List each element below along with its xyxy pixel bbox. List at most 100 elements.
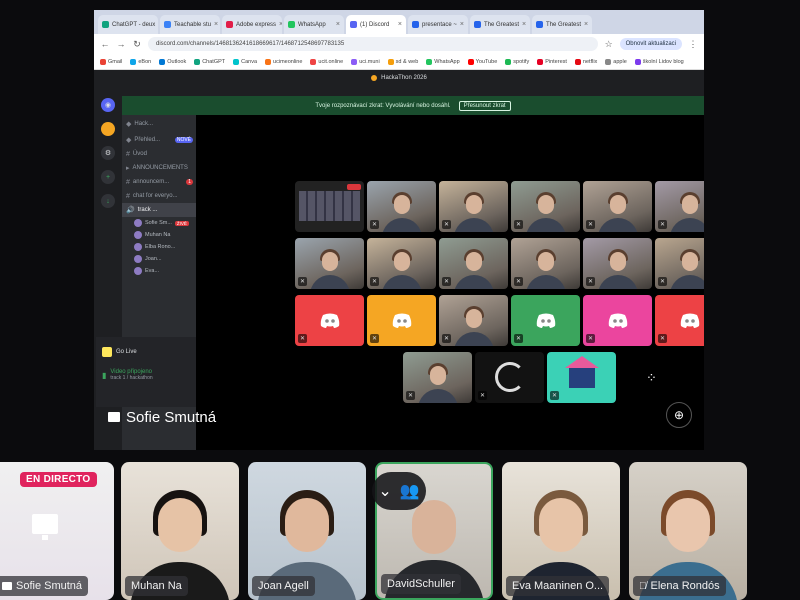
- browser-tab[interactable]: presentace ~ ×: [408, 15, 468, 34]
- bookmark-item[interactable]: apple: [605, 58, 627, 65]
- tab-label: The Greatest: [484, 21, 520, 28]
- participant-video-tile[interactable]: Eva Maaninen O...: [502, 462, 620, 600]
- voice-member[interactable]: Sofie Sm... ŽIVĚ: [122, 217, 196, 229]
- bookmark-item[interactable]: Pinterest: [537, 58, 567, 65]
- channel-item[interactable]: ◆ Hack...: [122, 115, 196, 133]
- bookmark-item[interactable]: uci.muni: [351, 58, 380, 65]
- bookmark-item[interactable]: eBon: [130, 58, 151, 65]
- bookmark-label: netflix: [582, 58, 598, 65]
- house-avatar-icon: [569, 366, 595, 388]
- participant-video-tile[interactable]: Muhan Na: [121, 462, 239, 600]
- bookmark-item[interactable]: ChatGPT: [194, 58, 225, 65]
- more-icon[interactable]: ⋮: [688, 39, 698, 50]
- bookmark-item[interactable]: Outlook: [159, 58, 186, 65]
- participant-tile[interactable]: ✕: [583, 238, 652, 289]
- bookmark-item[interactable]: školní Lidov blog: [634, 58, 684, 65]
- bookmark-item[interactable]: ucit.online: [310, 58, 343, 65]
- participant-name: Muhan Na: [131, 580, 182, 592]
- participant-tile[interactable]: ✕: [439, 238, 508, 289]
- bookmark-item[interactable]: sd & web: [387, 58, 418, 65]
- participant-tile[interactable]: ✕: [511, 295, 580, 346]
- channel-item[interactable]: 🔊 track ...: [122, 203, 196, 217]
- participant-tile[interactable]: ✕: [547, 352, 616, 403]
- participant-tile[interactable]: ✕: [583, 181, 652, 232]
- close-icon[interactable]: ×: [336, 21, 340, 28]
- participant-tile[interactable]: ✕: [367, 181, 436, 232]
- update-chip[interactable]: Obnovit aktualizaci: [619, 38, 682, 50]
- participant-tile[interactable]: ✕: [655, 181, 704, 232]
- muted-mic-icon: ✕: [586, 220, 595, 229]
- member-name: Eva...: [145, 268, 160, 274]
- forward-icon[interactable]: →: [116, 39, 126, 49]
- participant-tile[interactable]: ✕: [439, 295, 508, 346]
- bookmark-item[interactable]: netflix: [574, 58, 598, 65]
- bookmark-item[interactable]: YouTube: [467, 58, 497, 65]
- participant-video-tile[interactable]: 🎙̸ Elena Rondós: [629, 462, 747, 600]
- bookmark-favicon-icon: [387, 58, 394, 65]
- bookmark-item[interactable]: Canva: [233, 58, 257, 65]
- reload-icon[interactable]: ↻: [132, 39, 142, 50]
- channel-item[interactable]: ◆ Přehled... NOVÉ: [122, 133, 196, 147]
- back-icon[interactable]: ←: [100, 39, 110, 49]
- participant-tile[interactable]: ✕: [439, 181, 508, 232]
- participant-tile[interactable]: ✕: [511, 181, 580, 232]
- download-icon[interactable]: ↓: [101, 194, 115, 208]
- participant-tile[interactable]: ✕: [367, 238, 436, 289]
- server-icon-2[interactable]: ⚙: [101, 146, 115, 160]
- participant-tile[interactable]: ✕: [655, 238, 704, 289]
- voice-member[interactable]: Elba Rono...: [122, 241, 196, 253]
- bookmark-item[interactable]: WhatsApp: [426, 58, 460, 65]
- notice-button[interactable]: Přesunout zkrat: [458, 100, 511, 111]
- discord-home-icon[interactable]: ◉: [101, 98, 115, 112]
- participant-tile[interactable]: ✕: [367, 295, 436, 346]
- participant-tile[interactable]: ✕: [295, 295, 364, 346]
- zoom-icon[interactable]: ⊕: [666, 402, 692, 428]
- channel-item[interactable]: # announcem... 1: [122, 175, 196, 189]
- participant-video-tile[interactable]: Joan Agell: [248, 462, 366, 600]
- person-body: [381, 218, 422, 232]
- voice-member[interactable]: Joan...: [122, 253, 196, 265]
- star-icon[interactable]: ☆: [604, 39, 614, 50]
- participant-nameplate: 🎙̸ Elena Rondós: [633, 576, 726, 596]
- participant-tile[interactable]: ⁘: [619, 352, 688, 403]
- browser-tab[interactable]: The Greatest ×: [470, 15, 530, 34]
- server-icon-hackathon[interactable]: [101, 122, 115, 136]
- bookmark-item[interactable]: ucimeonline: [265, 58, 302, 65]
- add-server-icon[interactable]: +: [101, 170, 115, 184]
- browser-tab[interactable]: (1) Discord ×: [346, 15, 406, 34]
- address-row: ← → ↻ discord.com/channels/1468136241618…: [94, 34, 704, 54]
- go-live-icon[interactable]: [102, 347, 112, 357]
- voice-member[interactable]: Eva...: [122, 265, 196, 277]
- channel-item[interactable]: # Úvod: [122, 147, 196, 161]
- close-icon[interactable]: ×: [522, 21, 526, 28]
- channel-item[interactable]: ▸ ANNOUNCEMENTS: [122, 161, 196, 175]
- participant-tile[interactable]: ✕: [583, 295, 652, 346]
- browser-tab[interactable]: Adobe express ×: [222, 15, 282, 34]
- channel-label: chat for everyo...: [132, 193, 178, 199]
- browser-tab[interactable]: The Greatest ×: [532, 15, 592, 34]
- url-bar[interactable]: discord.com/channels/1468136241618669617…: [148, 37, 598, 51]
- close-icon[interactable]: ×: [398, 21, 402, 28]
- close-icon[interactable]: ×: [214, 21, 218, 28]
- muted-mic-icon: ✕: [514, 220, 523, 229]
- participant-tile[interactable]: ✕: [655, 295, 704, 346]
- go-live-label[interactable]: Go Live: [116, 349, 137, 355]
- stream-preview-tile[interactable]: [295, 181, 364, 232]
- close-icon[interactable]: ×: [584, 21, 588, 28]
- browser-tab[interactable]: WhatsApp ×: [284, 15, 344, 34]
- close-icon[interactable]: ×: [460, 21, 464, 28]
- bookmark-item[interactable]: spotify: [505, 58, 529, 65]
- participant-tile[interactable]: ✕: [295, 238, 364, 289]
- participant-tile[interactable]: ✕: [511, 238, 580, 289]
- participant-video-tile[interactable]: EN DIRECTO Sofie Smutná: [0, 462, 114, 600]
- participant-tile[interactable]: ✕: [475, 352, 544, 403]
- participant-tile[interactable]: ✕: [403, 352, 472, 403]
- close-icon[interactable]: ×: [279, 21, 282, 28]
- voice-member[interactable]: Muhan Na: [122, 229, 196, 241]
- channel-item[interactable]: # chat for everyo...: [122, 189, 196, 203]
- view-switch-button[interactable]: ⌄ 👥: [372, 472, 426, 510]
- browser-tab[interactable]: ChatGPT - deux×: [98, 15, 158, 34]
- stream-thumbnail: [299, 191, 360, 221]
- browser-tab[interactable]: Teachable stu ×: [160, 15, 220, 34]
- bookmark-item[interactable]: Gmail: [100, 58, 122, 65]
